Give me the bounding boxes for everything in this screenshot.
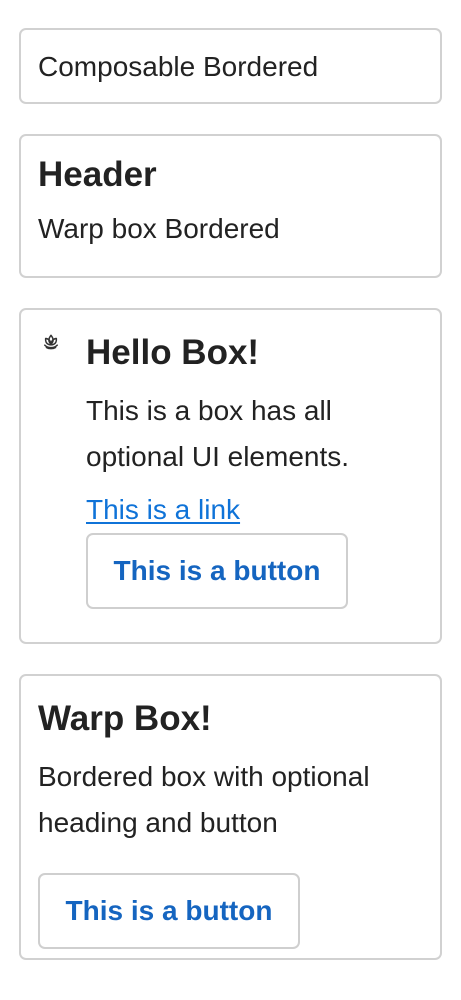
warp-box-body: Bordered box with optional heading and b… bbox=[38, 761, 370, 838]
warp-box: Warp Box! Bordered box with optional hea… bbox=[19, 674, 442, 960]
hello-box-button[interactable]: This is a button bbox=[86, 533, 348, 609]
composable-bordered-box: Composable Bordered bbox=[19, 28, 442, 104]
box-header: Header bbox=[38, 155, 157, 194]
warp-box-bordered-text: Warp box Bordered bbox=[38, 213, 280, 244]
warp-box-bordered: Header Warp box Bordered bbox=[19, 134, 442, 278]
hello-box-content: Hello Box! This is a box has all optiona… bbox=[86, 332, 423, 609]
hello-box: Hello Box! This is a box has all optiona… bbox=[19, 308, 442, 644]
composable-bordered-text: Composable Bordered bbox=[38, 51, 319, 82]
lotus-icon bbox=[38, 332, 64, 358]
hello-box-link[interactable]: This is a link bbox=[86, 493, 240, 527]
hello-box-heading: Hello Box! bbox=[86, 333, 260, 372]
page: Composable Bordered Header Warp box Bord… bbox=[0, 0, 461, 1000]
hello-box-body: This is a box has all optional UI elemen… bbox=[86, 395, 350, 472]
warp-box-heading: Warp Box! bbox=[38, 699, 212, 738]
warp-box-button[interactable]: This is a button bbox=[38, 873, 300, 949]
